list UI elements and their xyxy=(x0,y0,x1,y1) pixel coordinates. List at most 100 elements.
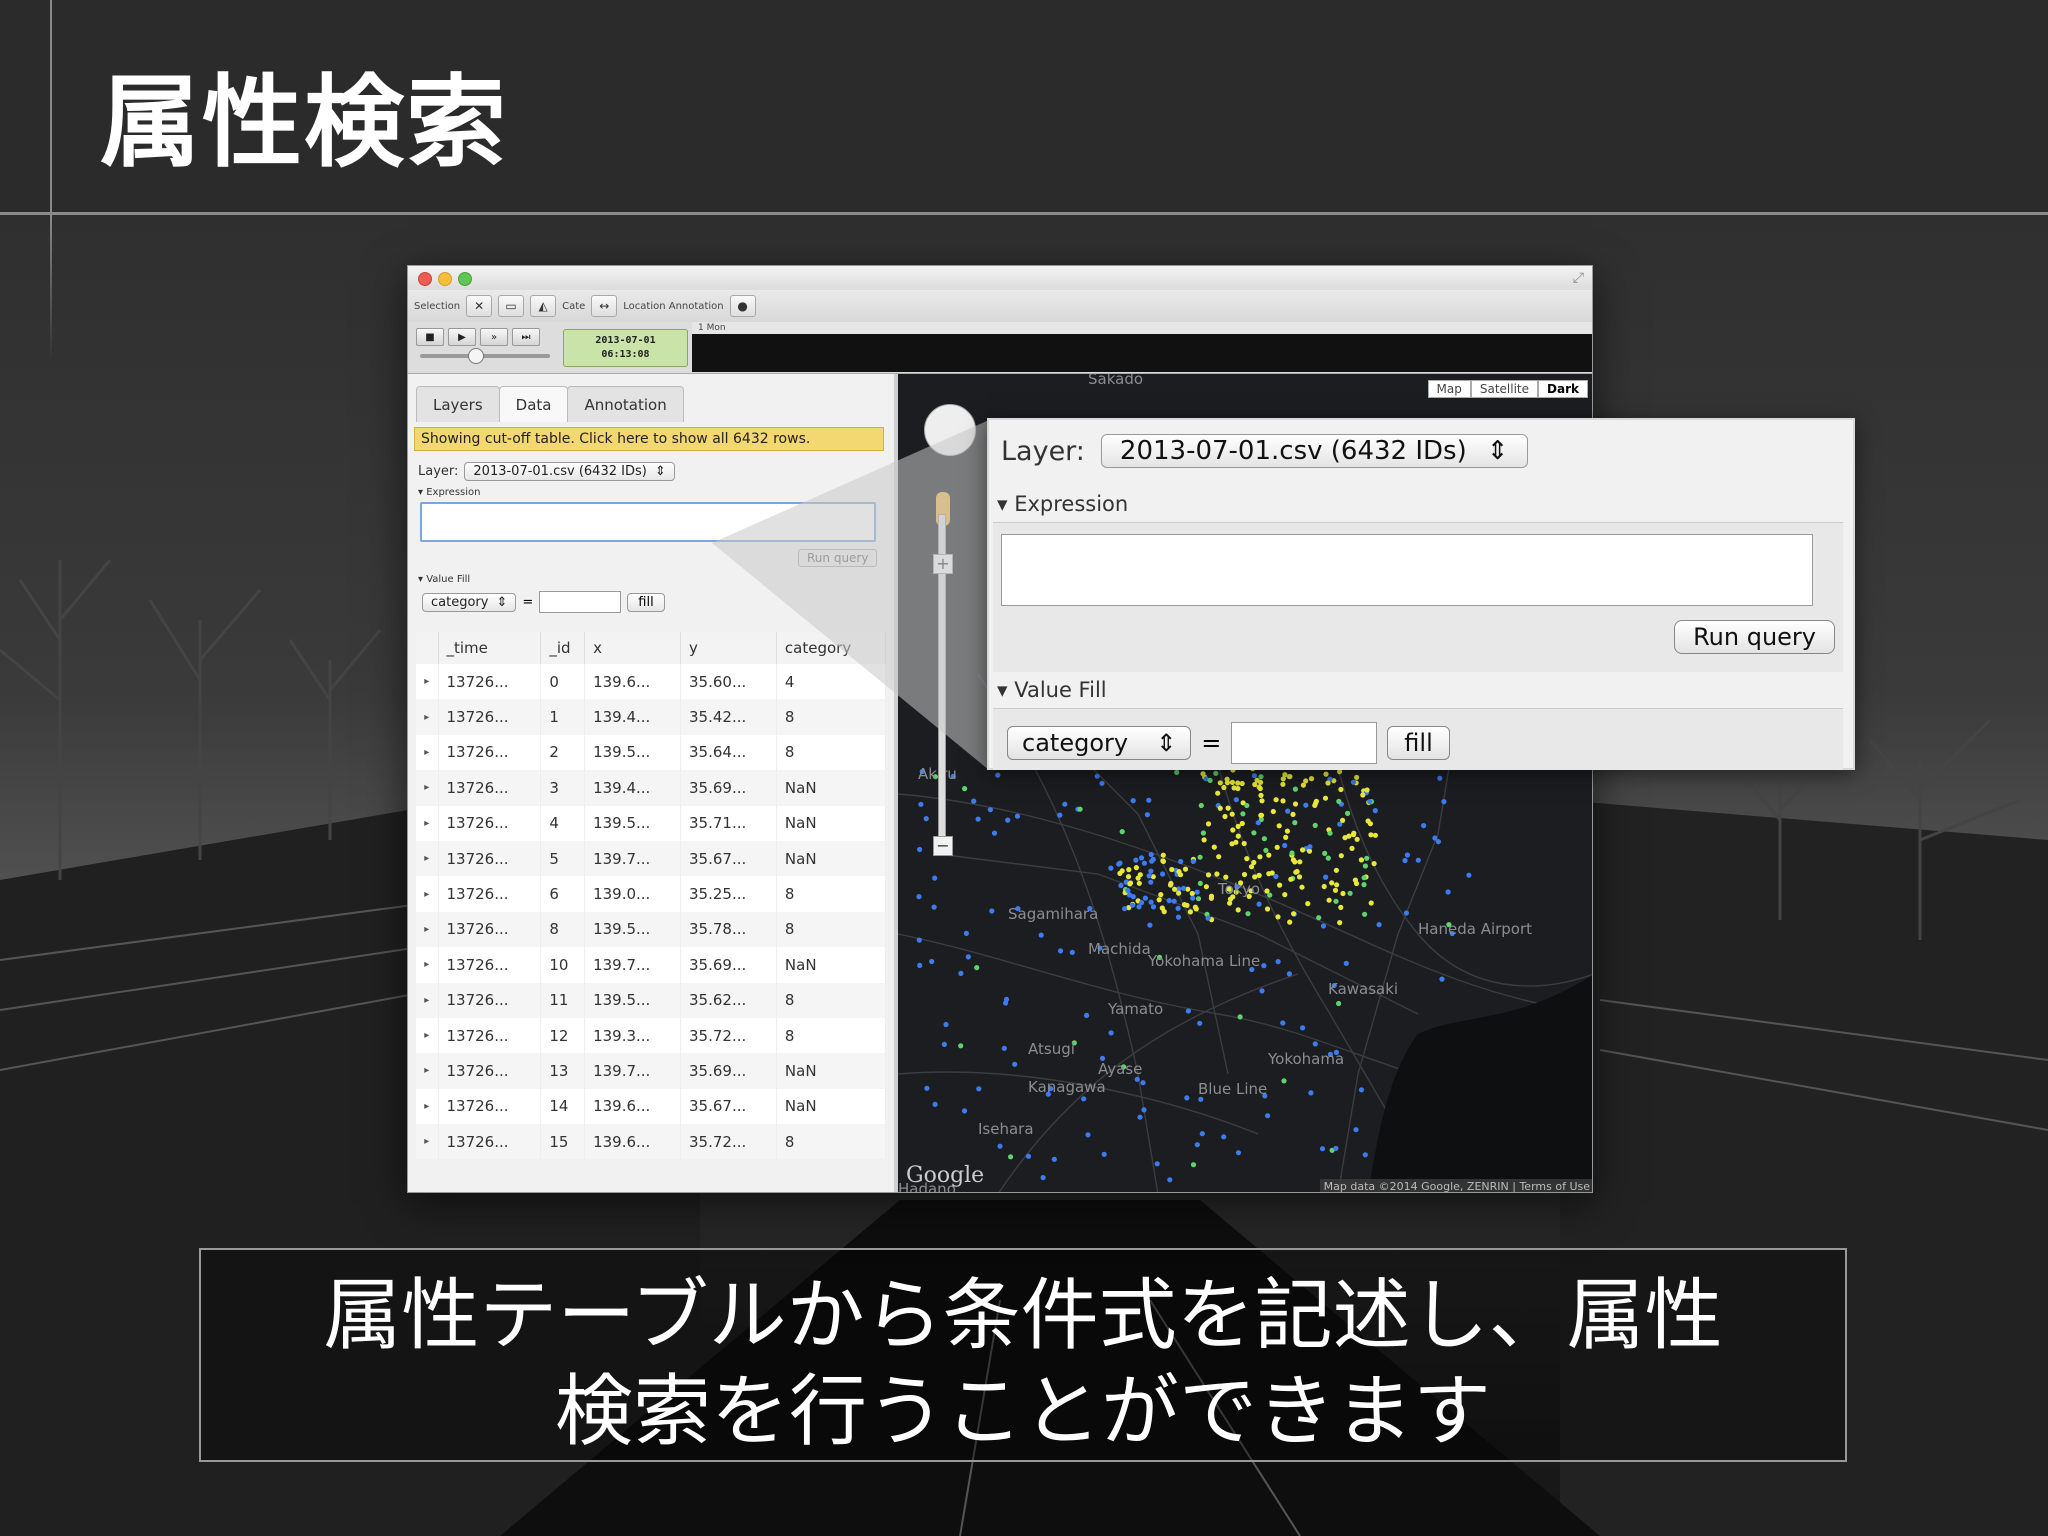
data-point xyxy=(1285,808,1291,814)
disclosure-triangle-icon[interactable]: ▸ xyxy=(416,982,439,1018)
zoom-in-button[interactable]: + xyxy=(933,554,953,574)
disclosure-triangle-icon[interactable]: ▸ xyxy=(416,805,439,841)
table-cell: 35.42... xyxy=(680,699,777,735)
table-row[interactable]: ▸ 13726... 0 139.6... 35.60... 4 xyxy=(416,664,887,700)
speed-slider[interactable] xyxy=(420,348,550,364)
close-window-button[interactable] xyxy=(418,272,432,286)
table-row[interactable]: ▸ 13726... 3 139.4... 35.69... NaN xyxy=(416,770,887,806)
callout-fill-button[interactable]: fill xyxy=(1387,726,1450,760)
timeline-track[interactable]: 1 Mon xyxy=(692,322,1592,372)
disclosure-triangle-icon[interactable]: ▸ xyxy=(416,947,439,983)
data-point xyxy=(965,954,971,960)
data-point xyxy=(963,930,969,937)
map-type-map[interactable]: Map xyxy=(1427,380,1471,398)
callout-expression-section-label[interactable]: ▾ Expression xyxy=(997,492,1128,516)
cate-arrows-button[interactable]: ↔ xyxy=(591,295,618,317)
fast-forward-button[interactable]: » xyxy=(480,328,508,346)
table-row[interactable]: ▸ 13726... 11 139.5... 35.62... 8 xyxy=(416,982,887,1018)
tab-data[interactable]: Data xyxy=(498,386,569,422)
column-header[interactable]: _id xyxy=(540,632,586,664)
table-row[interactable]: ▸ 13726... 15 139.6... 35.72... 8 xyxy=(416,1124,887,1160)
zoom-window-button[interactable] xyxy=(458,272,472,286)
disclosure-triangle-icon[interactable]: ▸ xyxy=(416,1017,439,1054)
data-point xyxy=(1274,844,1280,850)
table-row[interactable]: ▸ 13726... 14 139.6... 35.67... NaN xyxy=(416,1088,887,1125)
run-query-button[interactable]: Run query xyxy=(798,549,878,567)
table-row[interactable]: ▸ 13726... 13 139.7... 35.69... NaN xyxy=(416,1053,887,1089)
table-row[interactable]: ▸ 13726... 2 139.5... 35.64... 8 xyxy=(416,734,887,771)
layer-select[interactable]: 2013-07-01.csv (6432 IDs) ⇕ xyxy=(464,462,675,481)
table-row[interactable]: ▸ 13726... 8 139.5... 35.78... 8 xyxy=(416,911,887,948)
callout-category-select[interactable]: category ⇕ xyxy=(1007,726,1192,760)
callout-run-query-button[interactable]: Run query xyxy=(1674,620,1835,654)
callout-expression-textarea[interactable] xyxy=(1001,534,1813,606)
table-cell: 35.67... xyxy=(680,840,777,877)
tab-layers[interactable]: Layers xyxy=(416,386,500,422)
value-fill-section-label[interactable]: ▾ Value Fill xyxy=(418,574,470,585)
fill-value-input[interactable] xyxy=(539,591,622,613)
column-header[interactable]: x xyxy=(584,632,681,664)
minimize-window-button[interactable] xyxy=(438,272,452,286)
expression-section-label[interactable]: ▾ Expression xyxy=(418,487,481,498)
disclosure-triangle-icon[interactable]: ▸ xyxy=(416,664,439,700)
data-point xyxy=(1038,932,1044,938)
tab-annotation[interactable]: Annotation xyxy=(567,386,684,422)
data-point xyxy=(1221,1134,1227,1140)
location-annotation-button[interactable]: ● xyxy=(729,295,756,317)
disclosure-triangle-icon[interactable]: ▸ xyxy=(416,911,439,948)
column-header[interactable] xyxy=(416,632,439,664)
map-attribution[interactable]: Map data ©2014 Google, ZENRIN | Terms of… xyxy=(1319,1179,1592,1192)
table-row[interactable]: ▸ 13726... 4 139.5... 35.71... NaN xyxy=(416,805,887,841)
skip-end-button[interactable]: ⏭ xyxy=(512,328,540,346)
pan-control[interactable] xyxy=(924,404,976,456)
callout-value-fill-label: Value Fill xyxy=(1014,678,1107,702)
data-point xyxy=(1014,813,1021,819)
disclosure-triangle-icon[interactable]: ▸ xyxy=(416,734,439,771)
data-point xyxy=(1160,852,1166,858)
disclosure-triangle-icon[interactable]: ▸ xyxy=(416,876,439,912)
table-row[interactable]: ▸ 13726... 1 139.4... 35.42... 8 xyxy=(416,699,887,735)
disclosure-triangle-icon[interactable]: ▸ xyxy=(416,1124,439,1160)
table-cell: 13726... xyxy=(438,1017,542,1054)
column-header[interactable]: _time xyxy=(438,632,542,664)
callout-layer-select[interactable]: 2013-07-01.csv (6432 IDs) ⇕ xyxy=(1100,434,1528,468)
data-point xyxy=(975,816,981,822)
fill-button[interactable]: fill xyxy=(627,592,665,612)
data-point xyxy=(962,786,968,792)
map-type-dark[interactable]: Dark xyxy=(1538,380,1588,398)
callout-value-fill-section-label[interactable]: ▾ Value Fill xyxy=(997,678,1107,702)
stop-button[interactable]: ■ xyxy=(416,328,444,346)
column-header[interactable]: category xyxy=(776,632,887,664)
table-row[interactable]: ▸ 13726... 6 139.0... 35.25... 8 xyxy=(416,876,887,912)
callout-fill-value-input[interactable] xyxy=(1231,722,1378,764)
slider-knob[interactable] xyxy=(468,348,484,364)
table-row[interactable]: ▸ 13726... 12 139.3... 35.72... 8 xyxy=(416,1017,887,1054)
data-point xyxy=(1256,901,1262,907)
disclosure-triangle-icon[interactable]: ▸ xyxy=(416,840,439,877)
category-select[interactable]: category ⇕ xyxy=(422,592,517,612)
lasso-select-button[interactable]: ◭ xyxy=(530,295,557,317)
zoom-out-button[interactable]: − xyxy=(933,836,953,856)
data-point xyxy=(1322,795,1329,801)
disclosure-triangle-icon[interactable]: ▸ xyxy=(416,699,439,735)
table-row[interactable]: ▸ 13726... 10 139.7... 35.69... NaN xyxy=(416,947,887,983)
table-cell: 13726... xyxy=(438,911,542,948)
data-point xyxy=(1239,780,1245,787)
rect-select-button[interactable]: ▭ xyxy=(498,295,525,317)
data-point xyxy=(1118,882,1124,889)
column-header[interactable]: y xyxy=(680,632,777,664)
disclosure-triangle-icon[interactable]: ▸ xyxy=(416,770,439,806)
play-button[interactable]: ▶ xyxy=(448,328,476,346)
clear-selection-button[interactable]: ✕ xyxy=(466,295,493,317)
table-cell: 8 xyxy=(776,876,887,912)
cutoff-table-notice[interactable]: Showing cut-off table. Click here to sho… xyxy=(414,427,884,451)
map-type-satellite[interactable]: Satellite xyxy=(1470,380,1539,398)
expression-textarea[interactable] xyxy=(420,502,876,542)
data-point xyxy=(1181,885,1187,891)
fullscreen-icon[interactable]: ⤢ xyxy=(1573,270,1584,286)
disclosure-triangle-icon[interactable]: ▸ xyxy=(416,1088,439,1125)
table-row[interactable]: ▸ 13726... 5 139.7... 35.67... NaN xyxy=(416,840,887,877)
data-point xyxy=(974,965,980,971)
data-point xyxy=(1296,874,1303,880)
disclosure-triangle-icon[interactable]: ▸ xyxy=(416,1053,439,1089)
